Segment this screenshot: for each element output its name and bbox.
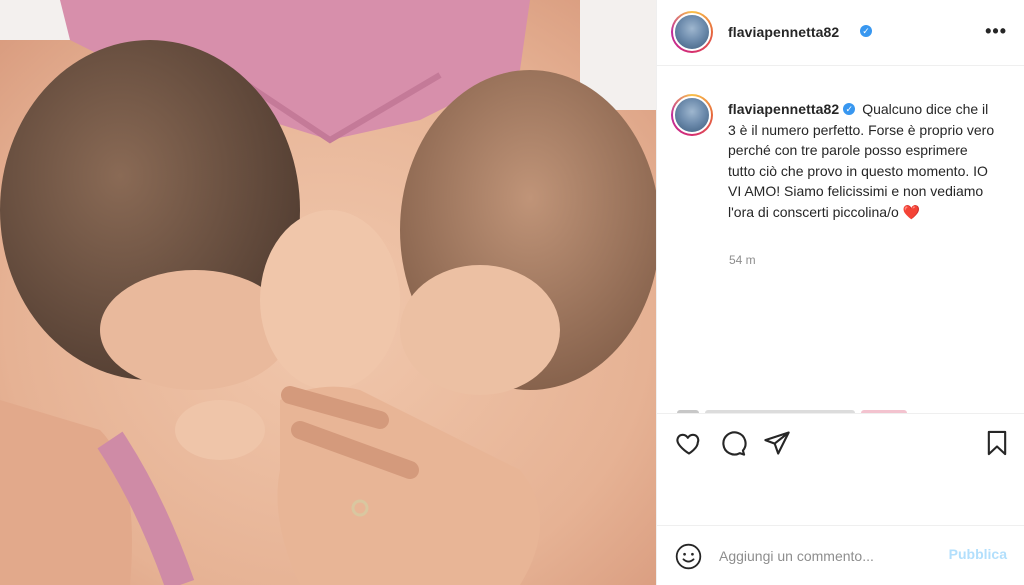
caption-text: Qualcuno dice che il 3 è il numero perfe…	[728, 101, 995, 220]
post-actions-bar	[657, 413, 1024, 469]
heart-emoji: ❤️	[902, 203, 921, 220]
post-photo[interactable]	[0, 0, 656, 585]
comments-preview	[677, 403, 1007, 413]
more-options-icon[interactable]: •••	[985, 22, 1007, 40]
comment-icon[interactable]	[719, 429, 747, 457]
bookmark-icon[interactable]	[983, 429, 1011, 457]
author-username[interactable]: flaviapennetta82	[728, 24, 839, 40]
heart-icon[interactable]	[675, 429, 703, 457]
caption-username[interactable]: flaviapennetta82	[728, 101, 839, 117]
post-caption: flaviapennetta82 ✓ Qualcuno dice che il 3…	[728, 99, 998, 222]
caption-verified-badge-icon: ✓	[843, 103, 856, 116]
add-comment-bar: Pubblica	[657, 525, 1024, 585]
smiley-icon[interactable]	[675, 543, 702, 570]
caption-author-avatar[interactable]	[671, 94, 713, 136]
post-comment-button[interactable]: Pubblica	[949, 546, 1007, 562]
photo-illustration	[0, 0, 656, 585]
verified-badge-icon: ✓	[860, 25, 872, 37]
author-avatar[interactable]	[671, 11, 713, 53]
post-details-panel: flaviapennetta82 ✓ ••• flaviapennetta82 ✓…	[656, 0, 1024, 585]
comment-input[interactable]	[719, 544, 939, 568]
paper-plane-icon[interactable]	[763, 429, 791, 457]
post-header: flaviapennetta82 ✓ •••	[657, 0, 1024, 66]
post-timestamp[interactable]: 54 m	[729, 253, 756, 267]
